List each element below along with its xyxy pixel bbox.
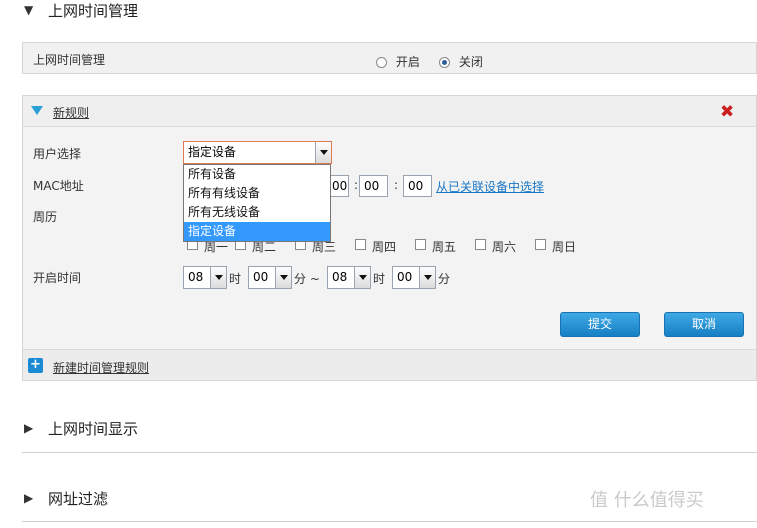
section-title: 上网时间管理	[48, 2, 139, 20]
user-select-dropdown[interactable]: 所有设备 所有有线设备 所有无线设备 指定设备	[183, 164, 331, 242]
day-checkbox-sun[interactable]	[535, 239, 546, 250]
chevron-down-icon[interactable]	[354, 267, 370, 288]
radio-enable[interactable]: 开启	[376, 53, 420, 70]
cancel-button[interactable]: 取消	[664, 312, 744, 337]
radio-disable-label: 关闭	[458, 55, 483, 69]
collapse-triangle-icon: ▼	[24, 3, 34, 17]
chevron-down-icon[interactable]	[419, 267, 435, 288]
time-mgmt-toggle-row: 上网时间管理 开启 关闭	[22, 42, 757, 74]
user-select-value: 指定设备	[188, 145, 237, 159]
radio-disable-icon[interactable]	[439, 57, 450, 68]
user-select[interactable]: 指定设备	[183, 141, 332, 164]
mac-colon: :	[354, 178, 359, 192]
dropdown-option[interactable]: 所有无线设备	[184, 203, 330, 222]
chevron-down-icon[interactable]	[210, 267, 226, 288]
plus-icon[interactable]: +	[28, 358, 43, 373]
select-from-associated-link[interactable]: 从已关联设备中选择	[436, 178, 544, 195]
day-checkbox-fri[interactable]	[415, 239, 426, 250]
close-icon[interactable]: ✖	[720, 102, 734, 122]
section-header-time-mgmt[interactable]: ▼ 上网时间管理	[0, 0, 757, 20]
expand-triangle-icon: ▶	[24, 421, 34, 435]
section-header-time-display[interactable]: ▶ 上网时间显示	[0, 418, 757, 438]
new-rule-footer: + 新建时间管理规则	[23, 349, 756, 380]
expand-triangle-icon[interactable]	[31, 106, 43, 115]
day-label-fri: 周五	[432, 240, 457, 254]
section-title: 网址过滤	[48, 490, 109, 508]
day-label-sun: 周日	[552, 240, 577, 254]
toggle-label: 上网时间管理	[33, 53, 106, 67]
mac-colon: :	[394, 178, 399, 192]
calendar-label: 周历	[33, 210, 58, 224]
end-min-select[interactable]: 00	[392, 266, 436, 289]
section-title: 上网时间显示	[48, 420, 139, 438]
divider	[22, 521, 757, 522]
min-unit: 分	[438, 272, 451, 286]
start-hour-select[interactable]: 08	[183, 266, 227, 289]
day-label-sat: 周六	[492, 240, 517, 254]
day-checkbox-thu[interactable]	[355, 239, 366, 250]
start-min-select[interactable]: 00	[248, 266, 292, 289]
day-checkbox-sat[interactable]	[475, 239, 486, 250]
new-time-rule-link[interactable]: 新建时间管理规则	[53, 359, 149, 376]
hour-unit: 时	[373, 272, 386, 286]
chevron-down-icon[interactable]	[275, 267, 291, 288]
radio-enable-icon[interactable]	[376, 57, 387, 68]
day-label-thu: 周四	[372, 240, 397, 254]
dropdown-option-highlighted[interactable]: 指定设备	[184, 222, 330, 241]
new-rule-header: 新规则 ✖	[23, 96, 756, 127]
watermark-logo: 值 什么值得买	[590, 490, 704, 511]
dropdown-option[interactable]: 所有设备	[184, 165, 330, 184]
min-unit-range: 分 ~	[294, 272, 320, 286]
new-rule-title[interactable]: 新规则	[53, 104, 89, 121]
expand-triangle-icon: ▶	[24, 491, 34, 505]
end-hour-select[interactable]: 08	[327, 266, 371, 289]
mac-field-6[interactable]: 00	[403, 175, 432, 197]
chevron-down-icon[interactable]	[315, 142, 331, 163]
user-select-label: 用户选择	[33, 147, 82, 161]
start-time-label: 开启时间	[33, 271, 82, 285]
divider	[22, 452, 757, 453]
mac-label: MAC地址	[33, 179, 84, 193]
radio-enable-label: 开启	[395, 55, 420, 69]
mac-field-5[interactable]: 00	[359, 175, 388, 197]
new-rule-panel: 新规则 ✖ 用户选择 指定设备 MAC地址 00 : 00 : 00 从已关联设…	[22, 95, 757, 381]
hour-unit: 时	[229, 272, 242, 286]
radio-disable[interactable]: 关闭	[439, 53, 483, 70]
dropdown-option[interactable]: 所有有线设备	[184, 184, 330, 203]
submit-button[interactable]: 提交	[560, 312, 640, 337]
